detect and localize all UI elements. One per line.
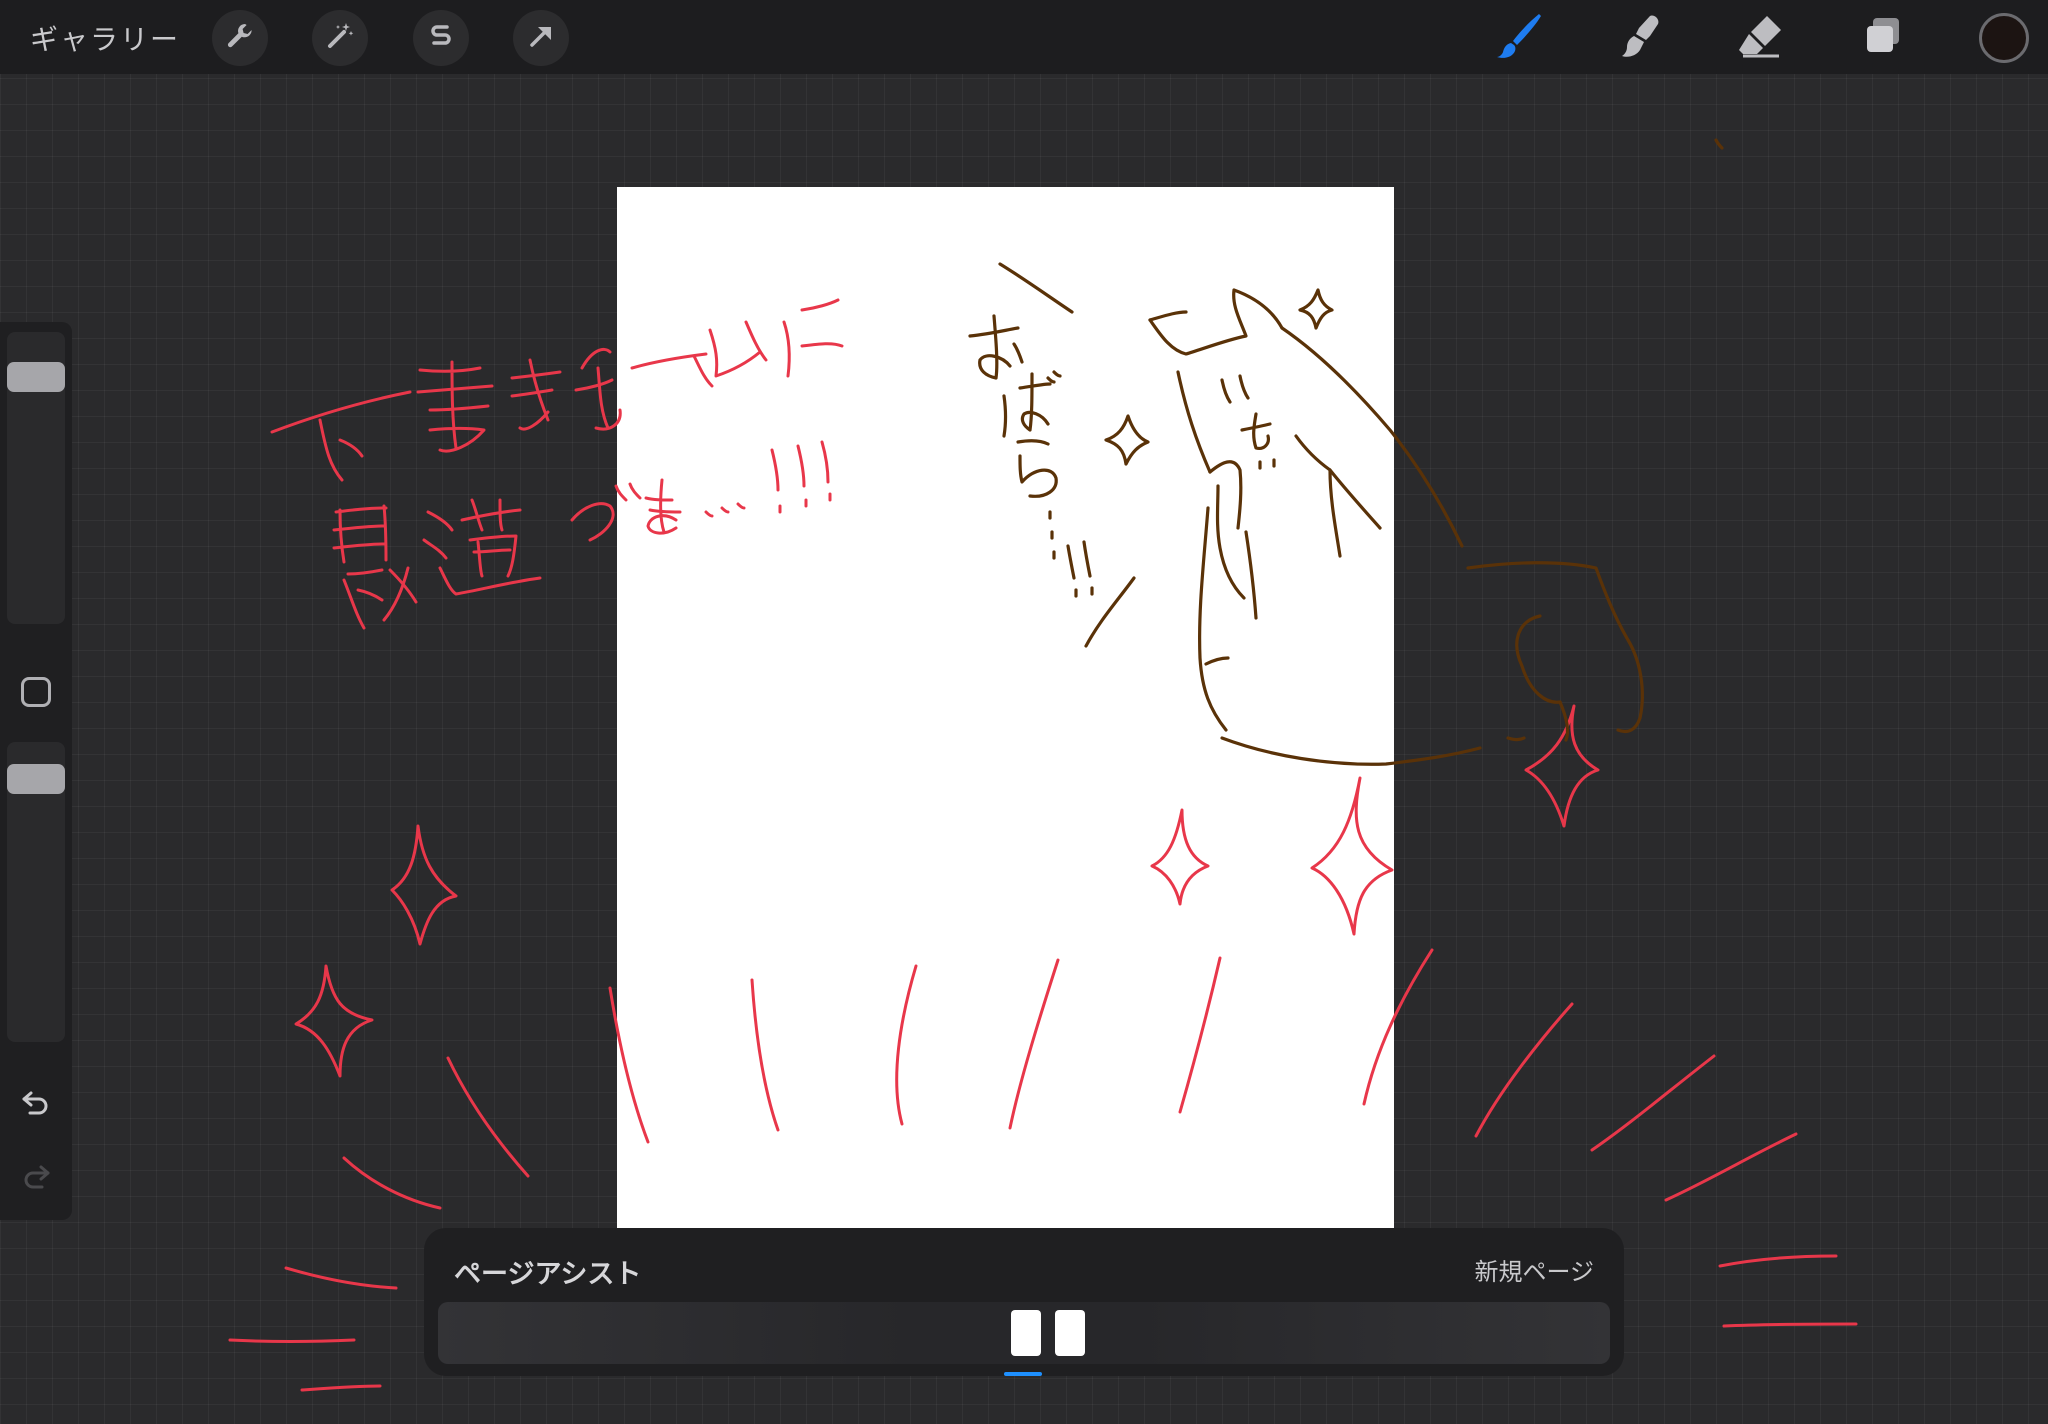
brush-size-knob[interactable] — [7, 362, 65, 392]
left-sidebar — [0, 322, 72, 1220]
adjustments-button[interactable] — [312, 10, 368, 66]
selected-page-indicator — [1004, 1372, 1042, 1376]
eraser-icon — [1733, 8, 1789, 68]
page-assist-panel: ページアシスト 新規ページ — [424, 1228, 1624, 1376]
new-page-button[interactable]: 新規ページ — [1474, 1252, 1594, 1287]
smudge-icon — [1612, 8, 1668, 68]
smudge-button[interactable] — [1612, 10, 1668, 66]
transform-button[interactable] — [513, 10, 569, 66]
opacity-knob[interactable] — [7, 764, 65, 794]
page-thumbnail-strip[interactable] — [438, 1302, 1610, 1364]
undo-button[interactable] — [16, 1084, 56, 1124]
undo-icon — [19, 1085, 53, 1123]
redo-button[interactable] — [16, 1158, 56, 1198]
canvas-page[interactable] — [617, 187, 1394, 1228]
brush-icon — [1491, 8, 1547, 68]
page-assist-title: ページアシスト — [454, 1259, 642, 1290]
redo-icon — [19, 1159, 53, 1197]
brush-button[interactable] — [1491, 10, 1547, 66]
transform-arrow-icon — [525, 20, 557, 56]
layers-button[interactable] — [1855, 10, 1911, 66]
actions-button[interactable] — [212, 10, 268, 66]
eraser-button[interactable] — [1733, 10, 1789, 66]
gallery-button[interactable]: ギャラリー — [30, 18, 180, 58]
selection-button[interactable] — [413, 10, 469, 66]
procreate-workspace: ギャラリー ページアシスト 新規ページ — [0, 0, 2048, 1424]
magic-wand-icon — [324, 20, 356, 56]
layers-icon — [1855, 8, 1911, 68]
selection-icon — [425, 20, 457, 56]
modify-button[interactable] — [21, 677, 51, 707]
wrench-icon — [224, 20, 256, 56]
top-toolbar: ギャラリー — [0, 0, 2048, 74]
page-thumbnail-2[interactable] — [1055, 1310, 1085, 1356]
color-picker-button[interactable] — [1979, 13, 2029, 63]
page-thumbnail-1[interactable] — [1011, 1310, 1041, 1356]
